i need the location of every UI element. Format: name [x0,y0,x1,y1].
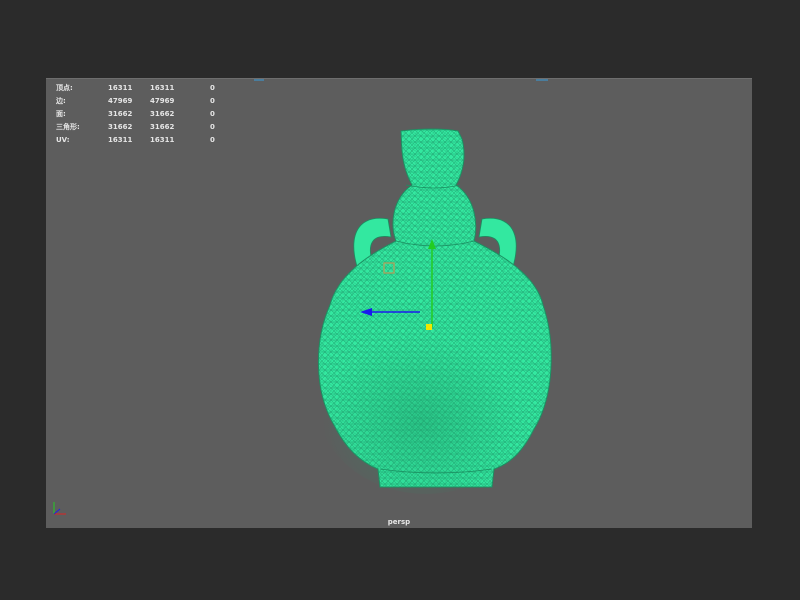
world-axis-indicator [53,502,66,515]
vase-body-group [316,128,552,494]
camera-label: persp [387,518,411,526]
pivot-handle[interactable] [426,324,432,330]
vase-wireframe-mesh[interactable] [46,79,752,528]
persp-viewport[interactable]: 顶点: 16311 16311 0 边: 47969 47969 0 面: 31… [46,78,752,528]
